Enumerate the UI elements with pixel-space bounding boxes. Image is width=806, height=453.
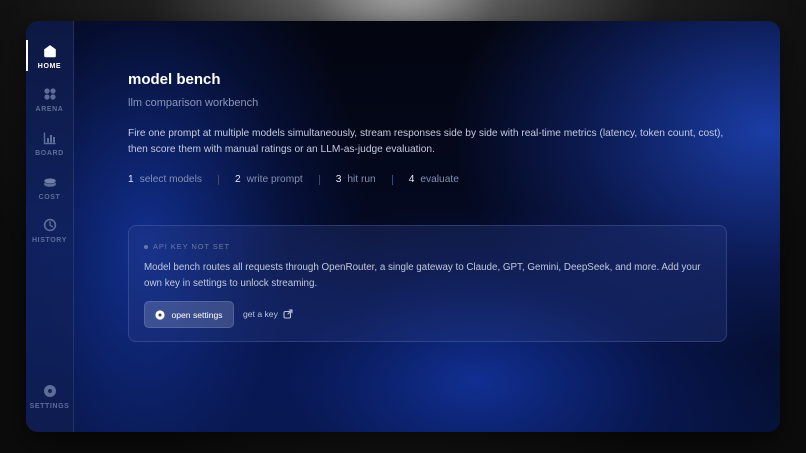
status-dot	[144, 244, 148, 249]
step-number: 2	[234, 174, 241, 185]
page-subtitle: llm comparison workbench	[128, 97, 259, 109]
step-number: 1	[128, 174, 134, 185]
sidebar-item-arena[interactable]: ARENA	[26, 83, 73, 123]
coins-icon	[43, 177, 56, 187]
step-divider	[391, 174, 393, 185]
grid-icon	[43, 88, 56, 100]
page-title: model bench	[128, 71, 221, 88]
external-link-icon	[283, 308, 293, 319]
sidebar-item-label: BOARD	[35, 150, 64, 157]
step-label: hit run	[347, 174, 376, 185]
step-item: 2 write prompt	[235, 174, 303, 185]
api-key-status: API KEY NOT SET	[144, 242, 230, 251]
sidebar-item-label: ARENA	[35, 106, 64, 113]
step-label: evaluate	[420, 174, 459, 185]
sidebar-item-label: COST	[38, 194, 61, 201]
sidebar-item-cost[interactable]: COST	[26, 171, 73, 211]
sidebar-item-label: HOME	[37, 63, 62, 70]
open-settings-button[interactable]: open settings	[144, 301, 234, 328]
sidebar-item-board[interactable]: BOARD	[26, 127, 73, 167]
home-icon	[43, 45, 56, 58]
step-item: 3 hit run	[336, 174, 376, 185]
api-key-card: API KEY NOT SET Model bench routes all r…	[128, 225, 727, 342]
step-item: 4 evaluate	[409, 174, 459, 185]
api-key-message: Model bench routes all requests through …	[144, 262, 701, 289]
sidebar-item-home[interactable]: HOME	[26, 40, 73, 80]
settings-icon	[155, 309, 166, 320]
sidebar-item-label: HISTORY	[32, 237, 67, 244]
get-key-link[interactable]: get a key	[243, 301, 293, 326]
step-divider	[318, 174, 320, 185]
workflow-steps: 1 select models 2 write prompt 3 hit run…	[128, 174, 459, 185]
sidebar-item-label: SETTINGS	[29, 403, 70, 410]
step-number: 3	[335, 174, 342, 185]
sidebar-item-settings[interactable]: SETTINGS	[26, 380, 73, 420]
history-icon	[43, 218, 56, 232]
sidebar: HOME ARENA BOARD COST HISTORY SETTINGS	[26, 21, 74, 432]
main-content: model bench llm comparison workbench Fir…	[74, 21, 780, 432]
sidebar-item-history[interactable]: HISTORY	[26, 214, 73, 254]
page-description: Fire one prompt at multiple models simul…	[128, 128, 724, 155]
settings-icon	[43, 385, 56, 397]
step-item: 1 select models	[128, 174, 202, 185]
step-label: write prompt	[246, 174, 303, 185]
step-divider	[217, 174, 219, 185]
open-settings-label: open settings	[171, 309, 223, 320]
step-number: 4	[408, 174, 415, 185]
get-key-label: get a key	[243, 308, 278, 319]
bar-chart-icon	[43, 132, 55, 145]
app-window: HOME ARENA BOARD COST HISTORY SETTINGS m…	[26, 21, 780, 432]
step-label: select models	[139, 174, 202, 185]
status-label: API KEY NOT SET	[153, 242, 230, 251]
